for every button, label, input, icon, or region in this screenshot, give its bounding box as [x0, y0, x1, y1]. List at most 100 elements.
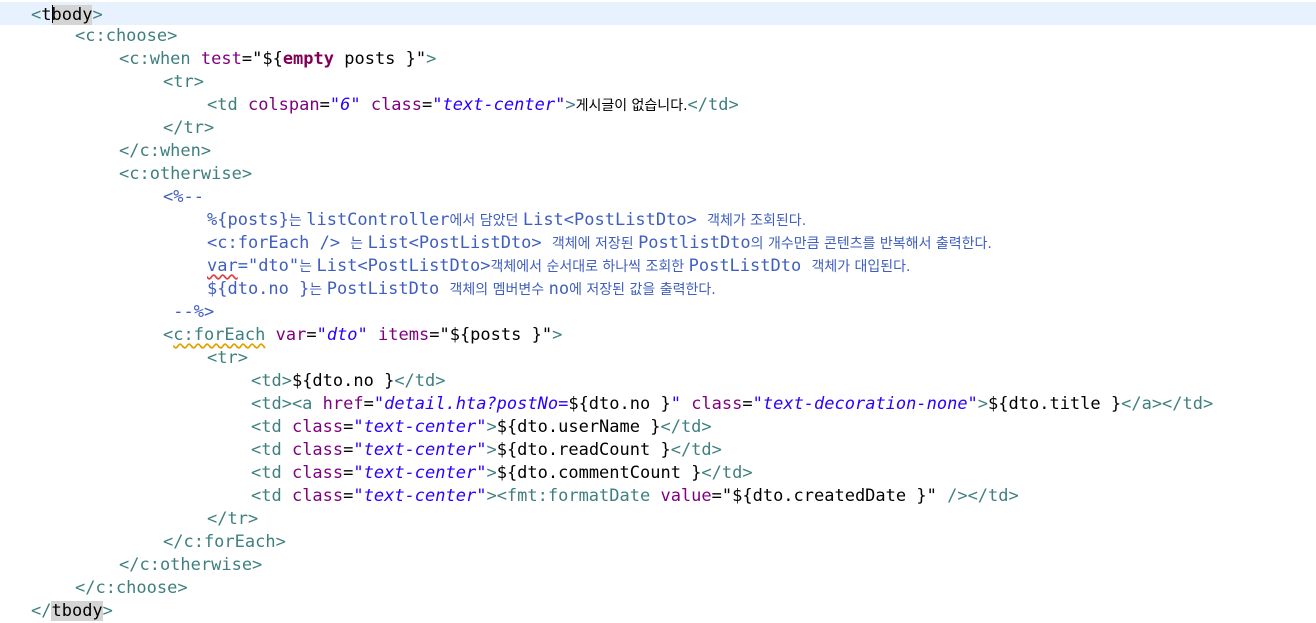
code-token-tag: />: [936, 486, 968, 506]
code-token-attr: class: [691, 394, 743, 414]
code-token-tag: </c:choose>: [75, 578, 188, 598]
code-token-attr: class: [370, 95, 423, 115]
code-token-txt: =: [343, 463, 354, 483]
code-line[interactable]: var="dto"는 List<PostListDto>객체에서 순서대로 하나…: [0, 255, 1316, 278]
code-line[interactable]: <td>${dto.no }</td>: [0, 370, 1316, 393]
code-token-txt: =": [429, 325, 450, 345]
code-token-attr: test: [200, 49, 242, 69]
code-token-tag: <td: [251, 417, 292, 437]
code-token-tag: >: [92, 5, 103, 25]
code-token-txt: t: [41, 5, 52, 25]
code-token-tag: <td>: [251, 371, 292, 391]
code-line[interactable]: <td class="text-center">${dto.commentCou…: [0, 462, 1316, 485]
code-token-str: "text-center": [353, 463, 487, 483]
code-token-cmtko: 객체가 조회된다.: [707, 213, 807, 229]
code-token-el: ${dto.title }: [988, 394, 1122, 414]
code-token-cmtko: 는: [309, 282, 327, 298]
code-token-str: "text-center": [353, 417, 487, 437]
code-token-txt: =: [343, 486, 354, 506]
code-line[interactable]: <c:choose>: [0, 25, 1316, 48]
code-token-cmt: List<PostListDto>: [316, 256, 491, 276]
code-token-attr: class: [291, 440, 344, 460]
code-line[interactable]: <c:forEach var="dto" items="${posts }">: [0, 324, 1316, 347]
code-token-txt: =": [241, 49, 263, 69]
code-token-tag: >: [426, 49, 437, 69]
code-token-kw: empty: [282, 49, 334, 69]
code-token-el: ${dto.readCount }: [496, 440, 671, 460]
code-token-txt: =: [422, 95, 433, 115]
code-token-cmt: var: [207, 256, 238, 276]
code-token-cmt: ${dto.no }: [207, 279, 310, 299]
code-token-tag: </td>: [670, 440, 722, 460]
code-line[interactable]: <td class="text-center"><fmt:formatDate …: [0, 485, 1316, 508]
code-token-tag: <c:when: [119, 49, 201, 69]
code-token-tag: <: [31, 5, 42, 25]
code-line[interactable]: --%>: [0, 301, 1316, 324]
code-token-tag: >: [552, 325, 563, 345]
code-token-cmtko: 는: [288, 213, 307, 229]
code-token-tag: <td: [207, 95, 248, 115]
code-token-el: ${posts }: [449, 325, 542, 345]
code-token-tag: </a></td>: [1121, 394, 1214, 414]
code-token-cmt: List<PostListDto>: [367, 233, 552, 253]
code-token-cmt: --%>: [163, 302, 215, 322]
code-line[interactable]: <td class="text-center">${dto.readCount …: [0, 439, 1316, 462]
code-token-tag: ><fmt:formatDate: [486, 486, 661, 506]
code-editor[interactable]: <tbody> <c:choose> <c:when test="${empty p…: [0, 0, 1316, 621]
code-token-attr: value: [660, 486, 712, 506]
code-token-tag: </c:when>: [119, 141, 212, 161]
code-token-tag: </c:otherwise>: [119, 555, 263, 575]
code-line[interactable]: <c:otherwise>: [0, 163, 1316, 186]
code-token-cmtko: 객체에 저장된: [551, 236, 639, 252]
code-token-cmtko: 의 개수만큼 콘텐츠를 반복해서 출력한다.: [750, 236, 992, 252]
code-token-cmtko: 객체가 대입된다.: [811, 259, 911, 275]
code-line[interactable]: </tr>: [0, 117, 1316, 140]
code-line[interactable]: <c:when test="${empty posts }">: [0, 48, 1316, 71]
code-token-tag: <td: [251, 440, 292, 460]
code-line[interactable]: </c:otherwise>: [0, 554, 1316, 577]
code-token-tag: >: [565, 95, 576, 115]
code-token-el: ${dto.userName }: [496, 417, 661, 437]
code-line[interactable]: <tbody>: [0, 2, 1316, 25]
code-token-attr: class: [291, 417, 344, 437]
code-line[interactable]: <tr>: [0, 71, 1316, 94]
code-line[interactable]: <%--: [0, 186, 1316, 209]
code-token-cmt: listController: [306, 210, 450, 230]
code-token-txt: =: [319, 95, 330, 115]
code-line[interactable]: ${dto.no }는 PostListDto 객체의 멤버변수 no에 저장된…: [0, 278, 1316, 301]
code-token-tag: <tr>: [163, 72, 204, 92]
code-token-cmtko: 는: [350, 236, 368, 252]
code-token-str: "text-center": [353, 440, 487, 460]
code-token-txt: =: [306, 325, 317, 345]
code-token-tag: <td><a: [251, 394, 323, 414]
code-line[interactable]: </tr>: [0, 508, 1316, 531]
code-token-attr: items: [378, 325, 430, 345]
code-token-tag: </td>: [394, 371, 446, 391]
code-token-txt: tbody: [51, 601, 103, 621]
code-token-str: "dto": [316, 325, 368, 345]
code-line[interactable]: <td colspan="6" class="text-center">게시글이…: [0, 94, 1316, 117]
code-token-el: ${dto.commentCount }: [496, 463, 702, 483]
text-cursor: [51, 5, 53, 23]
code-line[interactable]: <c:forEach /> 는 List<PostListDto> 객체에 저장…: [0, 232, 1316, 255]
code-line[interactable]: %{posts}는 listController에서 담았던 List<Post…: [0, 209, 1316, 232]
code-line[interactable]: <tr>: [0, 347, 1316, 370]
code-token-tag: >: [486, 417, 497, 437]
code-line[interactable]: <td class="text-center">${dto.userName }…: [0, 416, 1316, 439]
code-line[interactable]: </tbody>: [0, 600, 1316, 623]
code-token-cmt: <c:forEach />: [207, 233, 351, 253]
code-token-cmt: List<PostListDto>: [522, 210, 708, 230]
code-line[interactable]: </c:forEach>: [0, 531, 1316, 554]
code-token-tag: </td>: [687, 95, 739, 115]
code-line[interactable]: </c:when>: [0, 140, 1316, 163]
code-line[interactable]: </c:choose>: [0, 577, 1316, 600]
code-line[interactable]: <td><a href="detail.hta?postNo=${dto.no …: [0, 393, 1316, 416]
code-token-cmt: PostlistDto: [638, 233, 751, 253]
code-token-tag: </: [31, 601, 52, 621]
code-token-tag: >: [102, 601, 113, 621]
code-token-cmtko: 는: [299, 259, 317, 275]
code-token-cmtko: 에서 담았던: [449, 213, 523, 229]
